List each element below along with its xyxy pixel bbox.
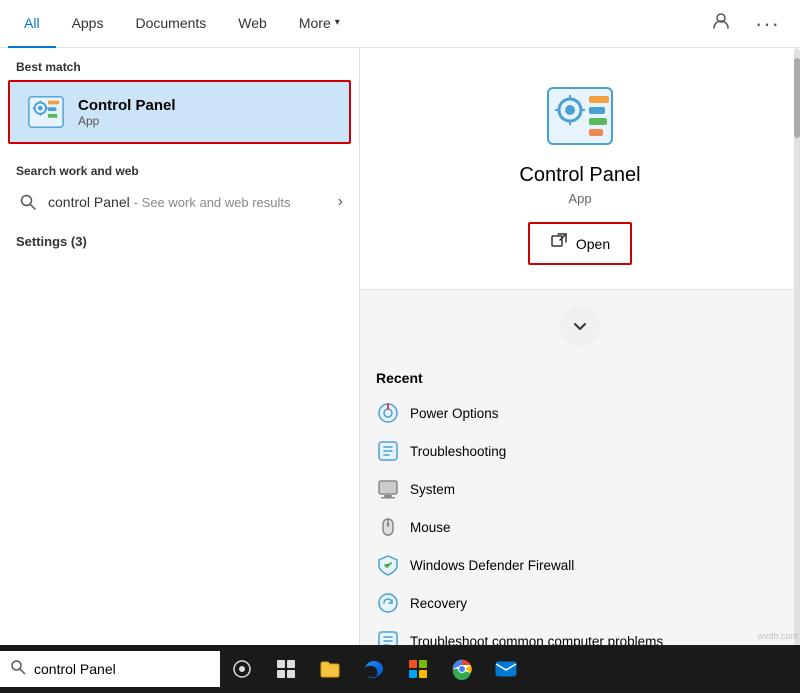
recent-section: Recent Power Options (360, 362, 800, 693)
recovery-icon (376, 591, 400, 615)
power-options-text: Power Options (410, 406, 499, 421)
taskbar-search-box[interactable] (0, 651, 220, 687)
search-web-label: Search work and web (16, 156, 343, 182)
recent-item-system[interactable]: System (376, 470, 784, 508)
taskbar-search-input[interactable] (34, 661, 210, 677)
open-button[interactable]: Open (528, 222, 632, 265)
recent-label: Recent (376, 370, 784, 386)
tab-bar: All Apps Documents Web More ▾ ··· (0, 0, 800, 48)
recent-item-mouse[interactable]: Mouse (376, 508, 784, 546)
recent-item-power[interactable]: Power Options (376, 394, 784, 432)
left-panel: Best match (0, 48, 360, 693)
chrome-icon[interactable] (440, 645, 484, 693)
system-icon (376, 477, 400, 501)
mouse-text: Mouse (410, 520, 451, 535)
taskbar (0, 645, 800, 693)
recent-item-troubleshooting[interactable]: Troubleshooting (376, 432, 784, 470)
search-web-item[interactable]: control Panel - See work and web results… (16, 182, 343, 222)
right-top: Control Panel App Open (360, 48, 800, 290)
best-match-type: App (78, 114, 176, 128)
best-match-label: Best match (0, 48, 359, 80)
right-type: App (568, 191, 591, 206)
recent-item-recovery[interactable]: Recovery (376, 584, 784, 622)
scrollbar-thumb[interactable] (794, 58, 800, 138)
more-chevron-icon: ▾ (335, 17, 340, 28)
search-web-icon (16, 190, 40, 214)
store-icon[interactable] (396, 645, 440, 693)
tab-more[interactable]: More ▾ (283, 0, 356, 48)
system-text: System (410, 482, 455, 497)
firewall-icon (376, 553, 400, 577)
tab-documents[interactable]: Documents (119, 0, 222, 48)
multitasking-icon[interactable] (264, 645, 308, 693)
settings-section: Settings (3) (0, 226, 359, 257)
recovery-text: Recovery (410, 596, 467, 611)
troubleshooting-text: Troubleshooting (410, 444, 506, 459)
mouse-icon (376, 515, 400, 539)
control-panel-icon (26, 92, 66, 132)
person-icon[interactable] (707, 7, 735, 40)
tab-apps[interactable]: Apps (56, 0, 120, 48)
watermark: wxdh.com (757, 631, 798, 641)
right-title: Control Panel (519, 164, 640, 187)
right-control-panel-icon (544, 80, 616, 152)
search-web-section: Search work and web control Panel - See … (0, 144, 359, 226)
settings-label: Settings (3) (16, 234, 343, 249)
firewall-text: Windows Defender Firewall (410, 558, 574, 573)
right-panel: Control Panel App Open (360, 48, 800, 693)
search-window: All Apps Documents Web More ▾ ··· (0, 0, 800, 693)
mail-icon[interactable] (484, 645, 528, 693)
tab-web[interactable]: Web (222, 0, 283, 48)
open-label: Open (576, 236, 610, 252)
content-area: Best match (0, 48, 800, 693)
file-explorer-taskbar-icon[interactable] (308, 645, 352, 693)
search-web-query: control Panel (48, 194, 130, 210)
taskview-button[interactable] (220, 645, 264, 693)
tab-all[interactable]: All (8, 0, 56, 48)
expand-button[interactable] (560, 306, 600, 346)
ellipsis-icon[interactable]: ··· (751, 7, 784, 41)
recent-item-firewall[interactable]: Windows Defender Firewall (376, 546, 784, 584)
best-match-name: Control Panel (78, 97, 176, 114)
tab-icons-area: ··· (707, 7, 792, 41)
arrow-right-icon: › (338, 193, 343, 211)
edge-browser-icon[interactable] (352, 645, 396, 693)
search-web-results: - See work and web results (134, 195, 291, 210)
taskbar-search-icon (10, 659, 26, 680)
troubleshooting-icon (376, 439, 400, 463)
power-options-icon (376, 401, 400, 425)
scrollbar[interactable] (794, 48, 800, 693)
best-match-item[interactable]: Control Panel App (8, 80, 351, 144)
open-icon (550, 232, 568, 255)
